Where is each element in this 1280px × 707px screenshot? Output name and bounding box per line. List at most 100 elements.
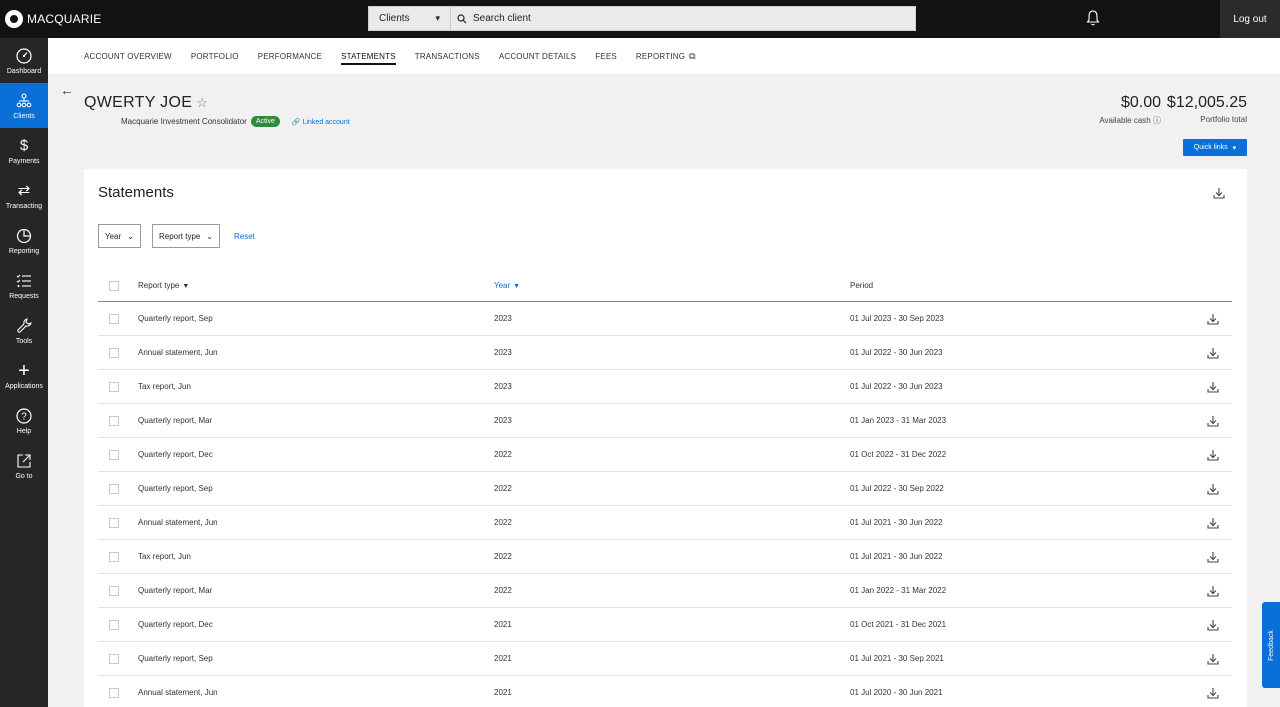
search-icon <box>457 13 467 23</box>
row-checkbox[interactable] <box>109 347 119 358</box>
year-filter-label: Year <box>105 231 122 241</box>
nav-help[interactable]: ? Help <box>0 398 48 443</box>
tab-statements[interactable]: STATEMENTS <box>341 38 396 74</box>
search-input[interactable] <box>473 13 873 24</box>
nav-transacting[interactable]: ⇄ Transacting <box>0 173 48 218</box>
download-icon[interactable] <box>1207 483 1219 495</box>
clients-icon <box>16 92 32 107</box>
row-checkbox[interactable] <box>109 653 119 664</box>
linked-account-link[interactable]: 🔗 Linked account <box>292 118 350 126</box>
row-checkbox[interactable] <box>109 517 119 528</box>
sort-caret-icon: ▼ <box>513 283 521 290</box>
row-checkbox[interactable] <box>109 619 119 630</box>
checklist-icon <box>16 274 31 287</box>
statements-title: Statements <box>98 184 174 201</box>
download-icon[interactable] <box>1207 347 1219 359</box>
client-subtitle: Macquarie Investment Consolidator Active… <box>121 116 350 127</box>
row-checkbox[interactable] <box>109 687 119 698</box>
row-checkbox[interactable] <box>109 585 119 596</box>
nav-tools[interactable]: Tools <box>0 308 48 353</box>
nav-label: Payments <box>8 157 40 165</box>
chevron-down-icon: ⌄ <box>127 231 134 241</box>
cell-period: 01 Jul 2020 - 30 Jun 2021 <box>850 688 943 697</box>
search-field[interactable] <box>451 13 915 24</box>
cell-report-type: Annual statement, Jun <box>138 688 218 697</box>
row-checkbox[interactable] <box>109 483 119 494</box>
table-row: Quarterly report, Dec 2022 01 Oct 2022 - 3… <box>98 438 1232 472</box>
tab-performance[interactable]: PERFORMANCE <box>258 38 322 74</box>
linked-account-label: Linked account <box>302 118 350 126</box>
dollar-icon: $ <box>19 137 29 154</box>
nav-label: Transacting <box>5 202 43 210</box>
macquarie-logo-icon <box>5 10 23 28</box>
client-name-heading: QWERTY JOE ☆ <box>84 94 208 112</box>
nav-requests[interactable]: Requests <box>0 263 48 308</box>
row-checkbox[interactable] <box>109 415 119 426</box>
nav-go-to[interactable]: Go to <box>0 443 48 488</box>
nav-payments[interactable]: $ Payments <box>0 128 48 173</box>
nav-reporting[interactable]: Reporting <box>0 218 48 263</box>
tab-fees[interactable]: FEES <box>595 38 617 74</box>
tab-transactions[interactable]: TRANSACTIONS <box>415 38 480 74</box>
download-icon[interactable] <box>1207 449 1219 461</box>
col-year-header[interactable]: Year ▼ <box>494 281 520 290</box>
download-icon[interactable] <box>1207 517 1219 529</box>
chevron-down-icon: ⌄ <box>206 231 214 241</box>
svg-text:?: ? <box>21 411 27 422</box>
cell-year: 2021 <box>494 620 512 629</box>
cell-report-type: Quarterly report, Mar <box>138 416 213 425</box>
download-icon[interactable] <box>1207 551 1219 563</box>
nav-dashboard[interactable]: Dashboard <box>0 38 48 83</box>
back-arrow-icon[interactable]: ← <box>60 82 74 98</box>
nav-applications[interactable]: + Applications <box>0 353 48 398</box>
tab-reporting[interactable]: REPORTING ⧉ <box>636 38 696 74</box>
transfer-icon: ⇄ <box>17 182 31 199</box>
nav-label: Requests <box>9 292 39 300</box>
table-row: Quarterly report, Mar 2023 01 Jan 2023 - 3… <box>98 404 1232 438</box>
brand-logo[interactable]: MACQUARIE <box>0 10 370 28</box>
download-icon[interactable] <box>1207 381 1219 393</box>
col-report-type-header[interactable]: Report type ▼ <box>138 281 189 290</box>
tab-account-overview[interactable]: ACCOUNT OVERVIEW <box>84 38 172 74</box>
table-row: Quarterly report, Dec 2021 01 Oct 2021 - 3… <box>98 608 1232 642</box>
cell-report-type: Quarterly report, Dec <box>138 620 213 629</box>
download-icon[interactable] <box>1207 585 1219 597</box>
notifications-bell-icon[interactable] <box>1085 9 1101 27</box>
search-scope-select[interactable]: Clients ▾ <box>369 7 451 30</box>
download-icon[interactable] <box>1207 619 1219 631</box>
cell-report-type: Quarterly report, Dec <box>138 450 213 459</box>
star-icon[interactable]: ☆ <box>196 95 208 110</box>
quick-links-button[interactable]: Quick links ▾ <box>1183 139 1247 156</box>
cell-report-type: Tax report, Jun <box>138 552 191 561</box>
row-checkbox[interactable] <box>109 313 119 324</box>
external-link-icon <box>17 453 31 468</box>
cell-year: 2022 <box>494 552 512 561</box>
cell-period: 01 Jul 2022 - 30 Jun 2023 <box>850 382 943 391</box>
feedback-tab[interactable]: Feedback <box>1262 602 1280 688</box>
select-all-checkbox[interactable] <box>109 280 119 291</box>
pie-chart-icon <box>16 228 32 243</box>
cell-period: 01 Jan 2023 - 31 Mar 2023 <box>850 416 947 425</box>
download-icon[interactable] <box>1207 653 1219 665</box>
cell-period: 01 Jan 2022 - 31 Mar 2022 <box>850 586 947 595</box>
nav-clients[interactable]: Clients <box>0 83 48 128</box>
logout-button[interactable]: Log out <box>1220 0 1280 38</box>
row-checkbox[interactable] <box>109 381 119 392</box>
nav-label: Dashboard <box>6 67 42 75</box>
download-all-icon[interactable] <box>1213 187 1225 199</box>
year-filter[interactable]: Year ⌄ <box>98 224 141 248</box>
cell-period: 01 Jul 2021 - 30 Jun 2022 <box>850 518 943 527</box>
tab-account-details[interactable]: ACCOUNT DETAILS <box>499 38 576 74</box>
available-cash-label-row: Available cash ⓘ <box>1099 115 1161 126</box>
row-checkbox[interactable] <box>109 551 119 562</box>
info-icon[interactable]: ⓘ <box>1153 116 1161 125</box>
row-checkbox[interactable] <box>109 449 119 460</box>
portfolio-total-value: $12,005.25 <box>1166 94 1247 111</box>
download-icon[interactable] <box>1207 687 1219 699</box>
dashboard-icon <box>16 47 32 64</box>
reset-link[interactable]: Reset <box>234 232 255 241</box>
tab-portfolio[interactable]: PORTFOLIO <box>191 38 239 74</box>
report-type-filter[interactable]: Report type ⌄ <box>152 224 221 248</box>
download-icon[interactable] <box>1207 313 1219 325</box>
download-icon[interactable] <box>1207 415 1219 427</box>
